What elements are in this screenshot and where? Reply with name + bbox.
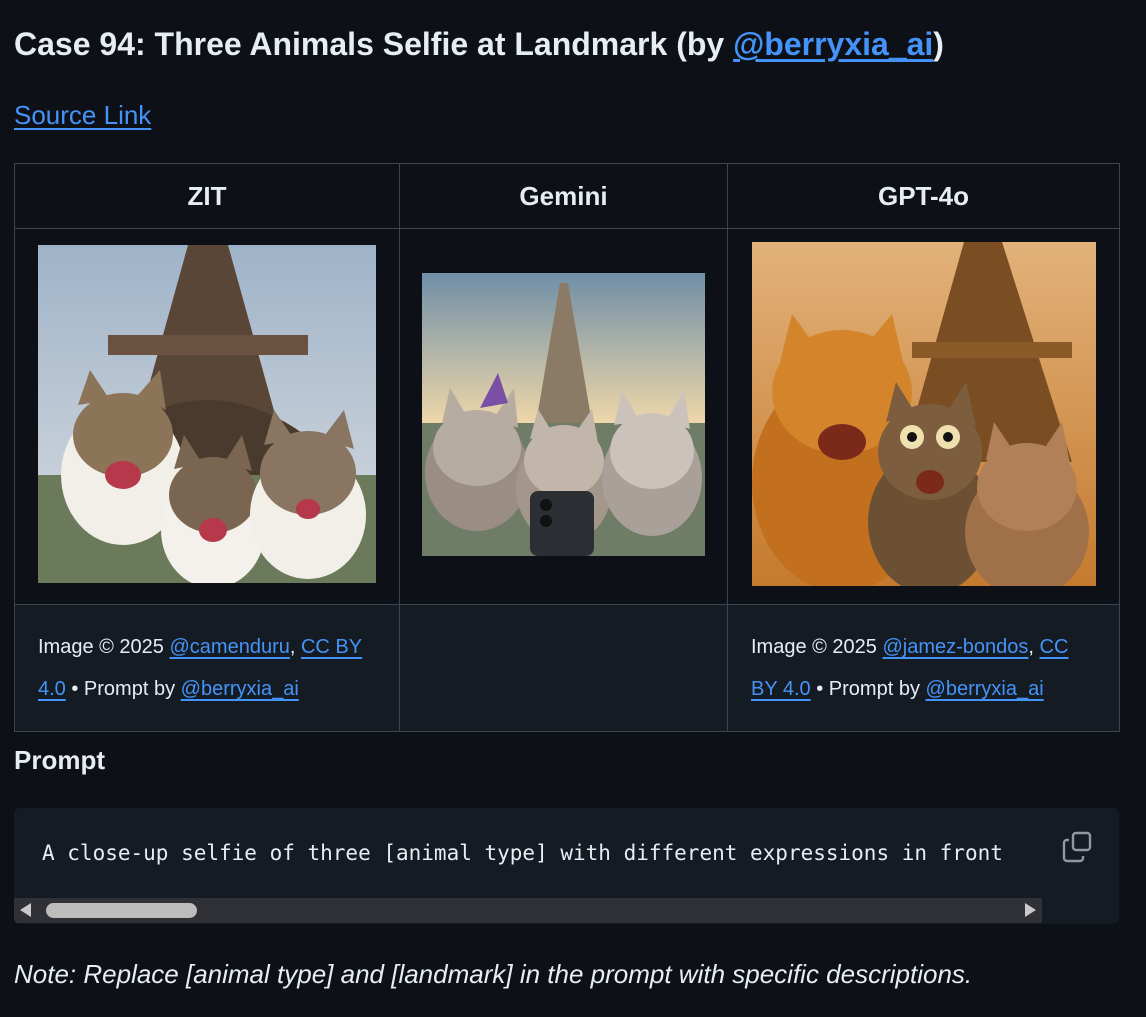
prompt-heading: Prompt xyxy=(14,745,105,775)
caption-cell-gemini xyxy=(399,604,728,732)
author-link-camenduru[interactable]: @camenduru xyxy=(169,636,289,658)
column-header-gemini: Gemini xyxy=(399,163,728,229)
prompt-author-link[interactable]: @berryxia_ai xyxy=(926,678,1044,700)
note-text: Note: Replace [animal type] and [landmar… xyxy=(14,959,973,989)
comparison-table: ZIT Gemini GPT-4o Image © 2025 @camendur… xyxy=(14,163,1120,732)
column-header-gpt4o: GPT-4o xyxy=(727,163,1120,229)
scroll-right-arrow-icon[interactable] xyxy=(1025,903,1036,917)
caption-text: Image © 2025 xyxy=(38,636,170,658)
table-header-row: ZIT Gemini GPT-4o xyxy=(14,163,1120,229)
column-header-zit: ZIT xyxy=(14,163,400,229)
caption-text: Image © 2025 xyxy=(751,636,883,658)
source-link[interactable]: Source Link xyxy=(14,98,151,132)
copy-icon[interactable] xyxy=(1061,830,1093,864)
caption-cell-zit: Image © 2025 @camenduru, CC BY 4.0 • Pro… xyxy=(14,604,400,732)
caption-sep: , xyxy=(289,636,301,658)
prompt-code-text: A close-up selfie of three [animal type]… xyxy=(42,841,1003,865)
gemini-image xyxy=(422,272,705,561)
gpt4o-image xyxy=(751,242,1096,591)
caption-row: Image © 2025 @camenduru, CC BY 4.0 • Pro… xyxy=(14,604,1120,732)
title-text: Case 94: Three Animals Selfie at Landmar… xyxy=(14,26,734,62)
image-cell-gpt4o xyxy=(727,228,1120,605)
title-suffix: ) xyxy=(933,26,944,62)
prompt-author-link[interactable]: @berryxia_ai xyxy=(181,678,299,700)
prompt-code-block[interactable]: A close-up selfie of three [animal type]… xyxy=(14,808,1119,924)
horizontal-scrollbar[interactable] xyxy=(14,898,1042,923)
image-cell-gemini xyxy=(399,228,728,605)
caption-sep: , xyxy=(1028,636,1040,658)
author-link-jamez-bondos[interactable]: @jamez-bondos xyxy=(882,636,1028,658)
caption-cell-gpt4o: Image © 2025 @jamez-bondos, CC BY 4.0 • … xyxy=(727,604,1120,732)
scrollbar-thumb[interactable] xyxy=(46,903,197,918)
zit-image xyxy=(38,245,376,588)
caption-text: • Prompt by xyxy=(810,678,926,700)
image-cell-zit xyxy=(14,228,400,605)
scroll-left-arrow-icon[interactable] xyxy=(20,903,31,917)
title-author-link[interactable]: @berryxia_ai xyxy=(733,26,933,62)
image-row xyxy=(14,228,1120,605)
page-title: Case 94: Three Animals Selfie at Landmar… xyxy=(14,24,944,64)
caption-text: • Prompt by xyxy=(65,678,181,700)
